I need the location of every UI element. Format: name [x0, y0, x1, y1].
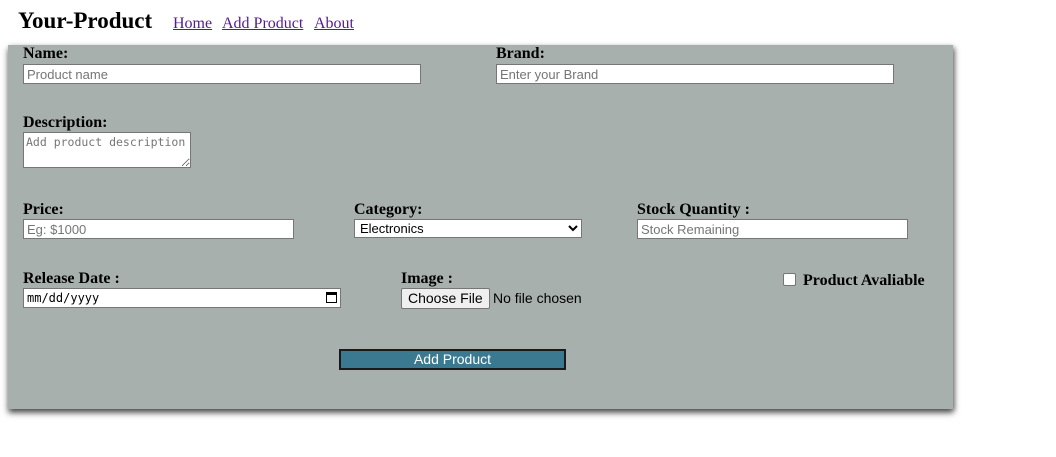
price-input[interactable]: [23, 219, 294, 239]
release-date-input[interactable]: mm/dd/yyyy: [23, 288, 341, 308]
name-input[interactable]: [23, 64, 421, 84]
choose-file-button[interactable]: Choose File: [401, 288, 490, 309]
file-status: No file chosen: [493, 290, 582, 306]
release-date-value: mm/dd/yyyy: [27, 291, 100, 305]
available-label: Product Avaliable: [803, 272, 925, 289]
stock-label: Stock Quantity :: [637, 201, 750, 218]
calendar-icon[interactable]: [326, 292, 337, 303]
brand-title: Your-Product: [18, 8, 153, 33]
category-label: Category:: [354, 201, 423, 218]
stock-input[interactable]: [637, 219, 908, 239]
release-date-label: Release Date :: [23, 270, 120, 287]
nav-link-about[interactable]: About: [314, 15, 354, 33]
nav-link-add-product[interactable]: Add Product: [222, 15, 303, 33]
add-product-button[interactable]: Add Product: [339, 349, 566, 370]
available-checkbox[interactable]: [783, 273, 796, 286]
name-label: Name:: [23, 45, 69, 62]
category-select[interactable]: Electronics: [354, 219, 582, 238]
image-label: Image :: [401, 270, 453, 287]
description-label: Description:: [23, 114, 108, 131]
brand-input[interactable]: [496, 64, 894, 84]
description-textarea[interactable]: [23, 132, 191, 168]
price-label: Price:: [23, 201, 64, 218]
nav-link-home[interactable]: Home: [173, 15, 212, 33]
brand-label: Brand:: [496, 45, 545, 62]
add-product-form: Name: Brand: Description: Price: Categor…: [8, 45, 953, 409]
